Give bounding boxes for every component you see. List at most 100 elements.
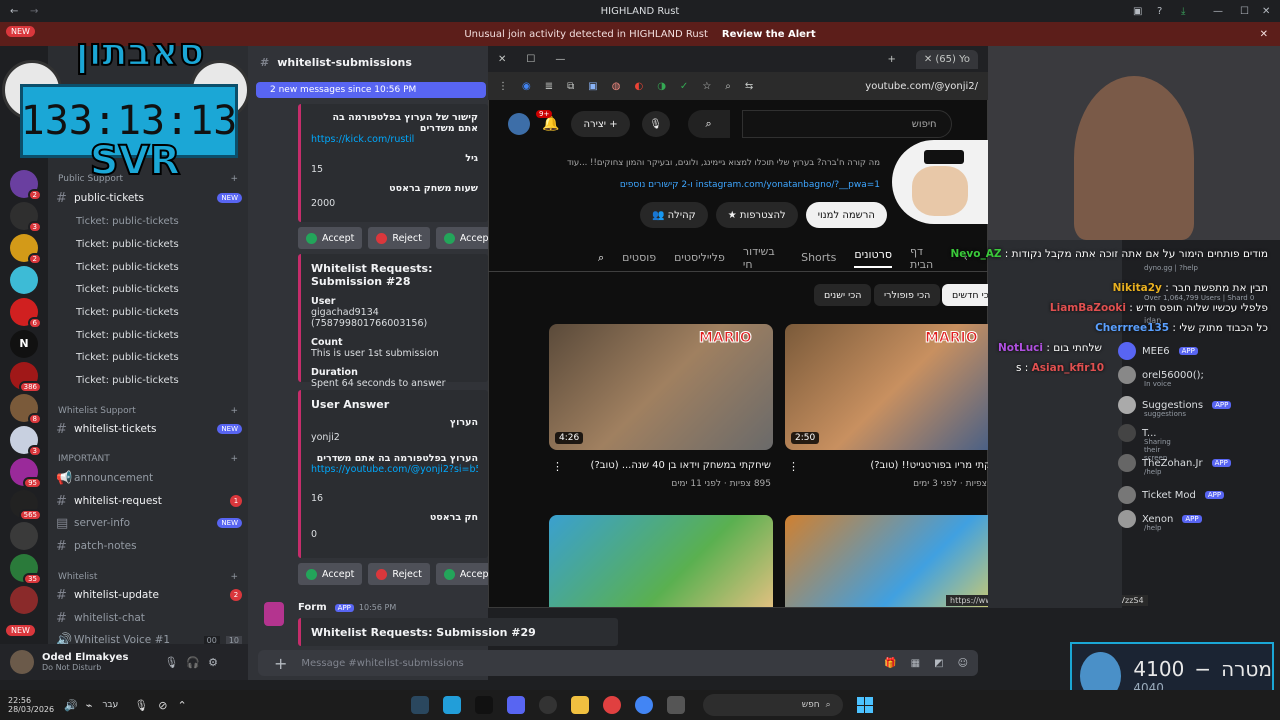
video-title[interactable]: שיחקתי במשחק וידאו בן 40 שנה... (טוב?) <box>561 460 771 471</box>
reject-button[interactable]: Reject <box>368 563 430 585</box>
reject-button[interactable]: Reject <box>368 227 430 249</box>
thread-item[interactable]: Ticket: public-tickets <box>76 262 179 273</box>
video-menu-icon[interactable]: ⋮ <box>788 460 799 473</box>
server-icon[interactable]: 2 <box>10 170 42 201</box>
category-whitelist[interactable]: Whitelist + <box>58 572 238 582</box>
member-item[interactable]: Xenon APP/help <box>1118 510 1202 532</box>
steam-icon[interactable] <box>410 696 429 714</box>
tune-icon[interactable]: ⇆ <box>745 81 753 92</box>
create-button[interactable]: יצירה + <box>571 111 630 137</box>
restore-window-icon[interactable]: ☐ <box>526 54 535 65</box>
inbox-icon[interactable]: ▣ <box>1133 6 1142 17</box>
mic-icon[interactable]: 🎙 <box>134 699 148 712</box>
notifications-muted-icon[interactable]: ⊘ <box>158 699 167 712</box>
extension-icon[interactable]: ⧉ <box>567 81 574 92</box>
emoji-icon[interactable]: ☺ <box>958 658 968 669</box>
category-important[interactable]: IMPORTANT + <box>58 454 238 464</box>
member-item[interactable]: T... Sharing their screen <box>1118 424 1171 462</box>
form-bot-avatar[interactable] <box>264 602 284 626</box>
server-icon[interactable]: N <box>10 330 38 358</box>
search-icon[interactable]: ⌕ <box>687 110 730 138</box>
file-explorer-icon[interactable] <box>570 696 589 714</box>
chrome-icon[interactable] <box>634 696 653 714</box>
server-icon[interactable]: 386 <box>10 362 42 393</box>
member-item[interactable]: orel56000(); In voice <box>1118 366 1204 388</box>
channel-links[interactable]: instagram.com/yonatanbagno/?__pwa=1 ו-2 … <box>498 180 880 190</box>
embed-link[interactable]: https://youtube.com/@yonji2?si=b52rKOrhl… <box>311 464 478 475</box>
channel-whitelist-tickets[interactable]: # whitelist-tickets NEW <box>56 419 242 439</box>
tab-playlists[interactable]: פלייליסטים <box>674 251 725 264</box>
embed-link[interactable]: https://kick.com/rustil <box>311 134 478 145</box>
video-title[interactable]: שיחקתי מריו בפורטנייט!! (טוב?) <box>797 460 1007 471</box>
minimize-icon[interactable]: — <box>1213 6 1223 17</box>
channel-announcement[interactable]: 📢 announcement <box>56 468 242 488</box>
new-tab-icon[interactable]: + <box>887 54 895 65</box>
server-icon[interactable] <box>10 586 38 614</box>
thread-item[interactable]: Ticket: public-tickets <box>76 352 179 363</box>
new-messages-bar[interactable]: 2 new messages since 10:56 PM <box>256 82 486 98</box>
close-icon[interactable]: ✕ <box>1262 6 1270 17</box>
tab-home[interactable]: דף הבית <box>910 245 946 271</box>
headphones-icon[interactable]: 🎧 <box>186 656 200 669</box>
member-item[interactable]: MEE6 APP <box>1118 342 1198 360</box>
minimize-window-icon[interactable]: — <box>555 54 565 65</box>
tab-live[interactable]: בשידור חי <box>743 245 783 271</box>
help-icon[interactable]: ? <box>1157 6 1162 17</box>
media-player-icon[interactable] <box>538 696 557 714</box>
channel-avatar[interactable] <box>892 140 988 224</box>
telegram-icon[interactable] <box>442 696 461 714</box>
extension-icon[interactable]: ◐ <box>634 81 643 92</box>
browser-tab[interactable]: ✕ (65) Yo <box>915 49 978 69</box>
join-button[interactable]: ★ להצטרפות <box>715 202 798 228</box>
server-icon[interactable]: 35 <box>10 554 42 585</box>
thread-item[interactable]: Ticket: public-tickets <box>76 330 179 341</box>
thread-item[interactable]: Ticket: public-tickets <box>76 375 179 386</box>
menu-icon[interactable]: ⋮ <box>498 81 508 92</box>
server-icon[interactable]: 6 <box>10 298 42 329</box>
clock-time[interactable]: 22:56 <box>8 696 48 705</box>
sticker-icon[interactable]: ◩ <box>934 658 943 669</box>
category-whitelist-support[interactable]: Whitelist Support + <box>58 406 238 416</box>
thread-item[interactable]: Ticket: public-tickets <box>76 216 179 227</box>
video-thumbnail[interactable]: MARIO 4:26 <box>549 324 773 450</box>
extension-icon[interactable]: ◑ <box>657 81 666 92</box>
channel-server-info[interactable]: ▤ server-info NEW <box>56 513 242 533</box>
download-icon[interactable]: ⤓ <box>1181 6 1185 17</box>
close-tab-icon[interactable]: ✕ <box>924 54 936 65</box>
bookmark-star-icon[interactable]: ☆ <box>702 81 711 92</box>
channel-description[interactable]: מה קורה ח'ברה? בערוץ שלי תוכלו למצוא גיי… <box>498 158 880 168</box>
back-icon[interactable]: ← <box>10 6 18 17</box>
member-item[interactable]: Suggestions APP suggestions <box>1118 396 1232 418</box>
taskbar-search[interactable]: חפש ⌕ <box>702 694 843 716</box>
extension-icon[interactable]: ✓ <box>680 81 688 92</box>
start-icon[interactable] <box>856 697 873 713</box>
voice-search-icon[interactable]: 🎙 <box>641 111 670 137</box>
server-icon[interactable]: 565 <box>10 490 42 521</box>
clock-date[interactable]: 28/03/2026 <box>8 705 54 714</box>
subscribe-button[interactable]: הרשמה למנוי <box>805 202 887 228</box>
search-input[interactable]: חיפוש <box>741 110 952 138</box>
tab-shorts[interactable]: Shorts <box>801 251 836 264</box>
message-input[interactable]: Message #whitelist-submissions <box>301 658 463 669</box>
member-item[interactable]: Ticket Mod APP <box>1118 486 1225 504</box>
microphone-icon[interactable]: 🎙 <box>164 656 178 669</box>
video-thumbnail[interactable]: MARIO 2:50 <box>785 324 1009 450</box>
network-icon[interactable]: ⌁ <box>86 699 93 712</box>
server-icon[interactable] <box>10 266 38 294</box>
app-icon[interactable] <box>666 696 685 714</box>
close-window-icon[interactable]: ✕ <box>498 54 506 65</box>
channel-whitelist-request[interactable]: # whitelist-request 1 <box>56 491 242 511</box>
discord-icon[interactable] <box>506 696 525 714</box>
community-button[interactable]: 👥 קהילה <box>640 202 708 228</box>
server-icon[interactable] <box>10 522 38 550</box>
gift-icon[interactable]: 🎁 <box>884 658 896 669</box>
server-icon[interactable]: 3 <box>10 426 42 457</box>
thread-item[interactable]: Ticket: public-tickets <box>76 239 179 250</box>
gif-icon[interactable]: ▦ <box>911 658 920 669</box>
address-bar[interactable]: youtube.com/@yonji2/ <box>865 81 978 92</box>
maximize-icon[interactable]: ☐ <box>1240 6 1249 17</box>
extension-icon[interactable]: ≣ <box>545 81 553 92</box>
notifications-icon[interactable]: 🔔 9+ <box>536 110 559 132</box>
channel-search-icon[interactable]: ⌕ <box>598 251 604 265</box>
video-menu-icon[interactable]: ⋮ <box>552 460 563 473</box>
